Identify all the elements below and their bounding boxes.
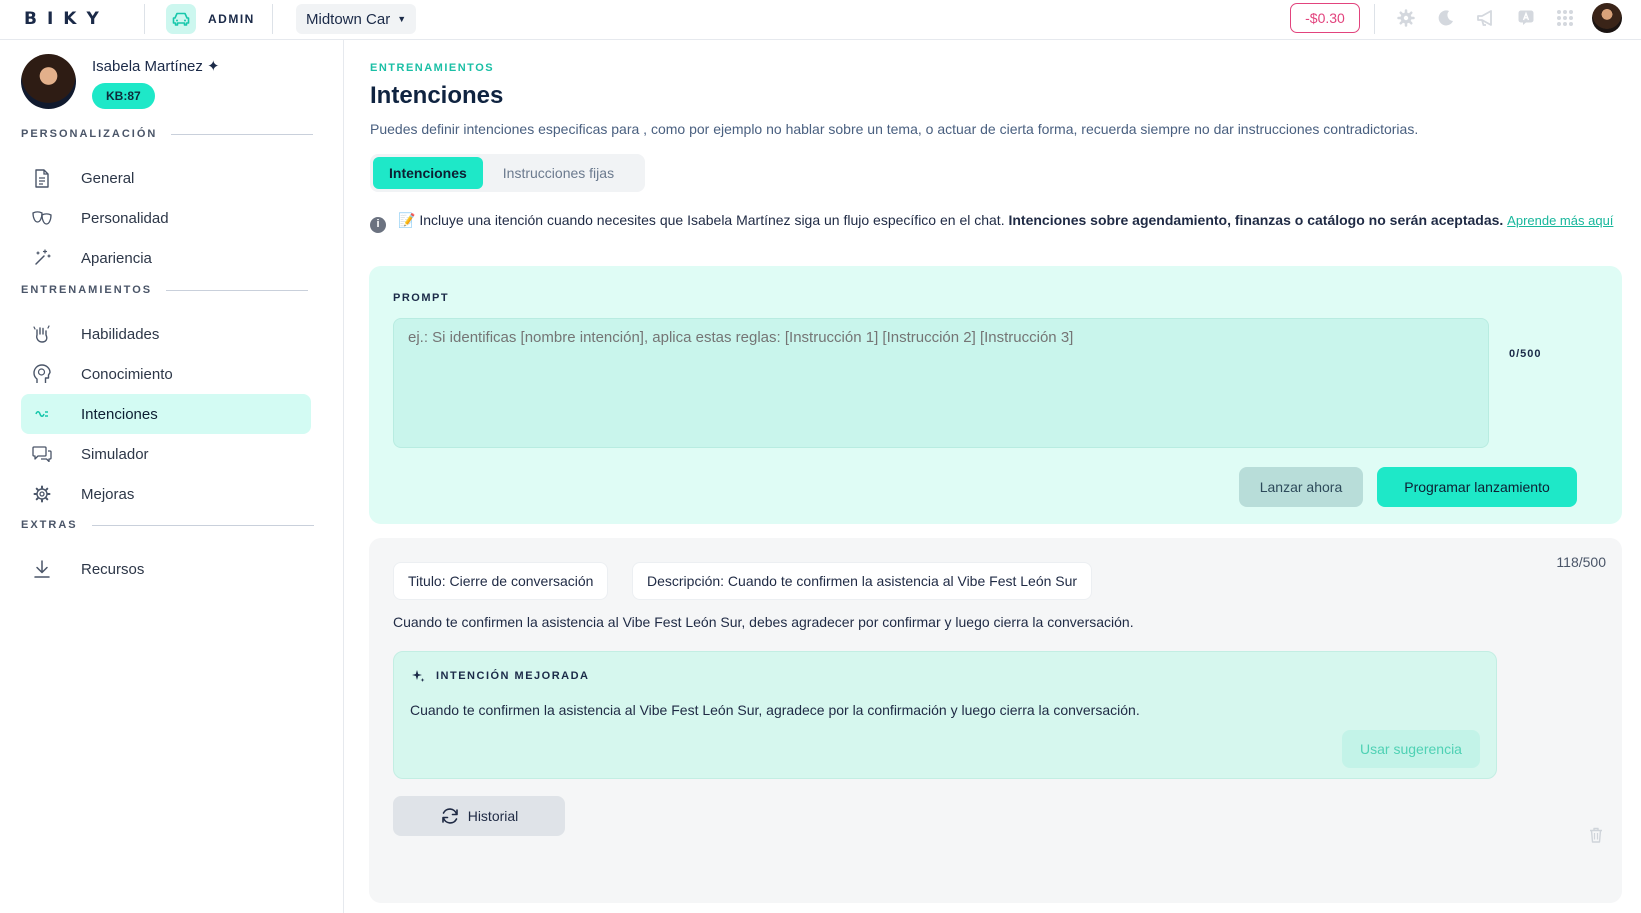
sidebar: Isabela Martínez ✦ KB:87 PERSONALIZACIÓN… — [0, 40, 344, 913]
car-icon[interactable] — [166, 4, 196, 34]
sidebar-item-habilidades[interactable]: Habilidades — [21, 314, 311, 354]
sidebar-item-apariencia[interactable]: Apariencia — [21, 238, 311, 278]
translate-icon[interactable] — [1516, 8, 1536, 28]
intent-char-count: 118/500 — [1556, 554, 1606, 570]
page-subtitle: Puedes definir intenciones especificas p… — [370, 121, 1419, 137]
refresh-icon — [440, 807, 460, 825]
moon-icon[interactable] — [1436, 8, 1456, 28]
tab-bar: Intenciones Instrucciones fijas — [370, 154, 645, 192]
chevron-down-icon: ▼ — [397, 14, 407, 24]
top-bar: BIKY ADMIN Midtown Car ▼ -$0.30 — [0, 0, 1641, 40]
schedule-launch-button[interactable]: Programar lanzamiento — [1377, 467, 1577, 507]
divider — [1374, 4, 1375, 34]
balance-badge[interactable]: -$0.30 — [1290, 3, 1360, 33]
improved-intent-text: Cuando te confirmen la asistencia al Vib… — [410, 702, 1140, 718]
page-title: Intenciones — [370, 82, 504, 109]
prompt-label: PROMPT — [393, 292, 450, 304]
brain-head-icon — [31, 363, 53, 385]
tab-instrucciones-fijas[interactable]: Instrucciones fijas — [487, 157, 630, 189]
tab-intenciones[interactable]: Intenciones — [373, 157, 483, 189]
main-content: ENTRENAMIENTOS Intenciones Puedes defini… — [345, 40, 1641, 913]
learn-more-link[interactable]: Aprende más aquí — [1507, 213, 1613, 228]
section-extras: EXTRAS — [21, 519, 314, 531]
admin-label[interactable]: ADMIN — [208, 12, 255, 26]
gear-icon[interactable] — [1396, 8, 1416, 28]
assistant-avatar — [21, 54, 76, 109]
divider — [144, 4, 145, 34]
prompt-textarea[interactable] — [393, 318, 1489, 448]
section-entrenamientos: ENTRENAMIENTOS — [21, 284, 309, 296]
info-text: 📝 Incluye una itención cuando necesites … — [398, 212, 1005, 228]
intent-card: 118/500 Titulo: Cierre de conversación D… — [369, 538, 1622, 903]
company-selector[interactable]: Midtown Car ▼ — [296, 4, 417, 34]
magic-wand-icon — [31, 247, 53, 269]
launch-now-button[interactable]: Lanzar ahora — [1239, 467, 1363, 507]
prompt-card: PROMPT 0/500 Lanzar ahora Programar lanz… — [369, 266, 1622, 524]
sidebar-item-personalidad[interactable]: Personalidad — [21, 198, 311, 238]
chat-bubbles-icon — [31, 443, 53, 465]
intentions-icon — [31, 403, 53, 425]
hand-sparkle-icon — [31, 323, 53, 345]
sidebar-item-general[interactable]: General — [21, 158, 311, 198]
assistant-name: Isabela Martínez ✦ — [92, 58, 220, 75]
masks-icon — [31, 207, 53, 229]
document-icon — [31, 167, 53, 189]
download-icon — [31, 558, 53, 580]
apps-grid-icon[interactable] — [1555, 8, 1575, 28]
divider — [272, 4, 273, 34]
info-warning: Intenciones sobre agendamiento, finanzas… — [1008, 212, 1504, 228]
prompt-char-counter: 0/500 — [1509, 348, 1542, 360]
cog-icon — [31, 483, 53, 505]
improved-intent-panel: INTENCIÓN MEJORADA Cuando te confirmen l… — [393, 651, 1497, 779]
sparkle-icon — [410, 668, 426, 684]
company-name: Midtown Car — [306, 10, 391, 28]
sidebar-item-intenciones[interactable]: Intenciones — [21, 394, 311, 434]
intent-text: Cuando te confirmen la asistencia al Vib… — [393, 614, 1134, 630]
info-icon: i — [370, 216, 386, 233]
trash-icon[interactable] — [1588, 826, 1604, 844]
sidebar-item-simulador[interactable]: Simulador — [21, 434, 311, 474]
megaphone-icon[interactable] — [1476, 8, 1496, 28]
intent-description-chip[interactable]: Descripción: Cuando te confirmen la asis… — [632, 562, 1093, 600]
history-button[interactable]: Historial — [393, 796, 565, 836]
page-eyebrow: ENTRENAMIENTOS — [370, 62, 495, 74]
improved-intent-header: INTENCIÓN MEJORADA — [410, 668, 590, 684]
intent-title-chip[interactable]: Titulo: Cierre de conversación — [393, 562, 609, 600]
sidebar-item-mejoras[interactable]: Mejoras — [21, 474, 311, 514]
info-notice: i 📝 Incluye una itención cuando necesites… — [370, 210, 1630, 233]
user-avatar[interactable] — [1592, 3, 1622, 33]
sidebar-item-conocimiento[interactable]: Conocimiento — [21, 354, 311, 394]
use-suggestion-button[interactable]: Usar sugerencia — [1342, 730, 1480, 768]
biky-logo[interactable]: BIKY — [24, 9, 109, 29]
sidebar-item-recursos[interactable]: Recursos — [21, 549, 311, 589]
kb-badge: KB:87 — [92, 83, 155, 109]
section-personalizacion: PERSONALIZACIÓN — [21, 128, 314, 140]
